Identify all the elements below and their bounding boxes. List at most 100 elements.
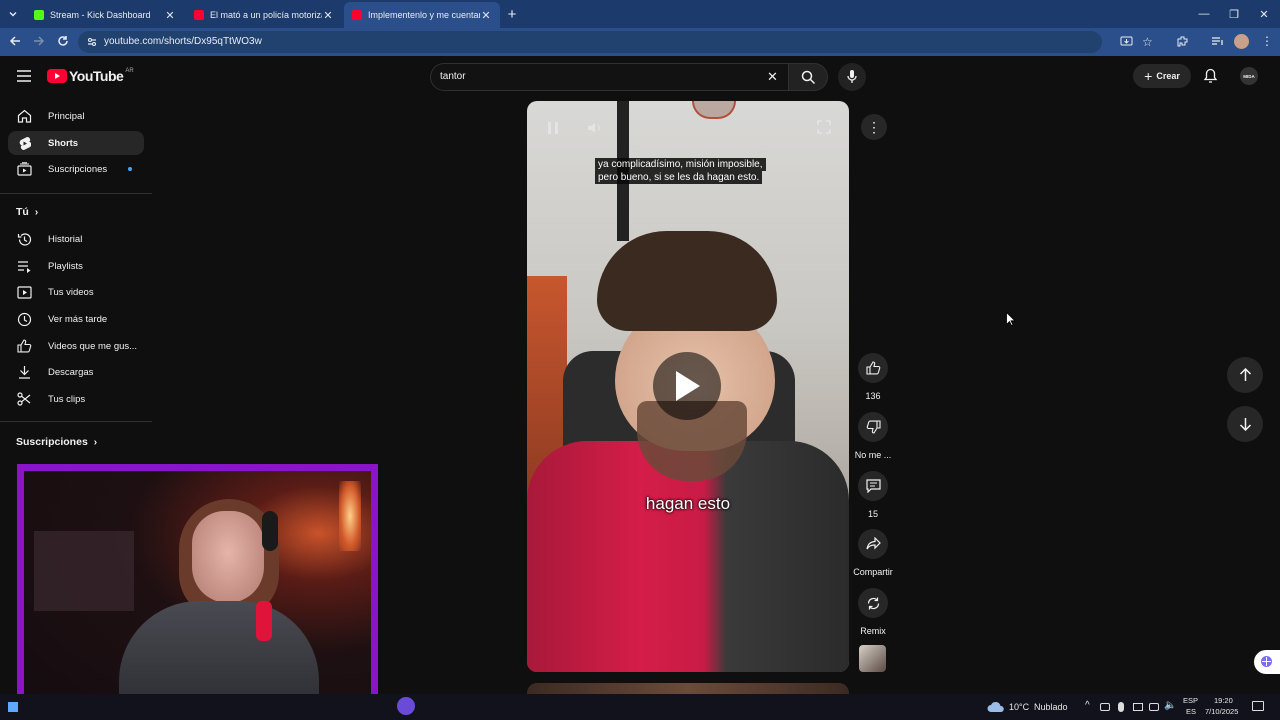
- subscriptions-section-header[interactable]: Suscripciones ›: [16, 436, 97, 448]
- your-videos-icon: [8, 285, 40, 299]
- you-section-header[interactable]: Tú ›: [16, 206, 38, 218]
- pause-icon[interactable]: [547, 121, 559, 135]
- voice-search-button[interactable]: [838, 63, 866, 91]
- language-primary[interactable]: ESP: [1183, 696, 1198, 705]
- youtube-favicon-icon: [352, 10, 362, 20]
- windows-start-icon[interactable]: [8, 702, 18, 712]
- language-secondary[interactable]: ES: [1186, 707, 1196, 716]
- new-tab-button[interactable]: +: [500, 0, 524, 28]
- play-button[interactable]: [653, 352, 721, 420]
- fullscreen-icon[interactable]: [817, 120, 831, 134]
- site-info-icon[interactable]: [86, 36, 98, 48]
- clock-time[interactable]: 19:20: [1214, 696, 1233, 705]
- sidebar-item-historial[interactable]: Historial: [8, 227, 144, 251]
- caption-line-1: ya complicadísimo, misión imposible,: [595, 158, 766, 171]
- tab-kick-dashboard[interactable]: Stream - Kick Dashboard ✕: [26, 2, 184, 28]
- close-tab-icon[interactable]: ✕: [322, 9, 334, 22]
- share-button[interactable]: [858, 529, 888, 559]
- thumbs-up-icon: [8, 339, 40, 353]
- chrome-menu-icon[interactable]: ⋮: [1261, 34, 1273, 48]
- tab-search-icon[interactable]: [2, 0, 24, 28]
- sidebar-item-descargas[interactable]: Descargas: [8, 360, 144, 384]
- notification-center-icon[interactable]: [1252, 701, 1264, 711]
- bookmark-star-icon[interactable]: ☆: [1142, 35, 1153, 49]
- remix-button[interactable]: [858, 588, 888, 618]
- search-button[interactable]: [788, 63, 828, 91]
- like-action[interactable]: 136: [852, 353, 894, 401]
- back-icon[interactable]: [8, 34, 22, 48]
- youtube-favicon-icon: [194, 10, 204, 20]
- minimize-button[interactable]: —: [1188, 0, 1220, 28]
- tray-display-icon[interactable]: [1133, 703, 1143, 711]
- arrow-up-icon: [1239, 368, 1251, 381]
- next-short-button[interactable]: [1227, 406, 1263, 442]
- subscriptions-icon: [8, 162, 40, 176]
- caption-line-2: pero bueno, si se les da hagan esto.: [595, 171, 763, 184]
- reload-icon[interactable]: [56, 34, 70, 48]
- like-button[interactable]: [858, 353, 888, 383]
- youtube-logo[interactable]: YouTube AR: [47, 68, 134, 84]
- more-options-icon[interactable]: ⋮: [861, 114, 887, 140]
- share-action[interactable]: Compartir: [852, 529, 894, 577]
- profile-avatar[interactable]: [1234, 34, 1249, 49]
- taskbar-app-icon[interactable]: [397, 697, 415, 715]
- bed: [34, 531, 134, 611]
- browser-tab-strip: Stream - Kick Dashboard ✕ El mató a un p…: [0, 0, 1280, 28]
- close-tab-icon[interactable]: ✕: [164, 9, 176, 22]
- sidebar-item-tus-clips[interactable]: Tus clips: [8, 387, 144, 411]
- sidebar-item-tus-videos[interactable]: Tus videos: [8, 280, 144, 304]
- sidebar-item-videos-que-me-gustan[interactable]: Videos que me gus...: [8, 334, 144, 358]
- close-tab-icon[interactable]: ✕: [480, 9, 492, 22]
- dislike-button[interactable]: [858, 412, 888, 442]
- comments-button[interactable]: [858, 471, 888, 501]
- remix-action[interactable]: Remix: [852, 588, 894, 636]
- install-app-icon[interactable]: [1120, 35, 1133, 48]
- lamp-light: [339, 481, 361, 551]
- sidebar-item-playlists[interactable]: Playlists: [8, 254, 144, 278]
- hamburger-menu-icon[interactable]: [17, 70, 31, 82]
- home-icon: [8, 109, 40, 123]
- weather-text: Nublado: [1034, 702, 1068, 712]
- url-text[interactable]: youtube.com/shorts/Dx95qTtWO3w: [104, 36, 262, 47]
- dislike-label: No me ...: [854, 450, 892, 460]
- short-video-player[interactable]: ya complicadísimo, misión imposible, per…: [527, 101, 849, 672]
- close-window-button[interactable]: ✕: [1248, 0, 1280, 28]
- microphone-icon: [847, 70, 857, 83]
- media-control-icon[interactable]: [1211, 35, 1224, 48]
- tab-policia-video[interactable]: El mató a un policía motorizado ✕: [186, 2, 342, 28]
- notifications-bell-icon[interactable]: [1203, 68, 1218, 84]
- previous-short-button[interactable]: [1227, 357, 1263, 393]
- sidebar-item-ver-mas-tarde[interactable]: Ver más tarde: [8, 307, 144, 331]
- volume-icon[interactable]: 🔈: [1164, 700, 1176, 711]
- comments-action[interactable]: 15: [852, 471, 894, 519]
- forward-icon[interactable]: [32, 34, 46, 48]
- clear-search-icon[interactable]: ✕: [767, 69, 778, 85]
- tab-implementenlo[interactable]: Implementenlo y me cuentan ✕: [344, 2, 500, 28]
- sidebar-item-suscripciones[interactable]: Suscripciones: [8, 157, 144, 181]
- sidebar-item-principal[interactable]: Principal: [8, 104, 144, 128]
- gemini-sidebar-button[interactable]: [1254, 650, 1280, 674]
- search-input[interactable]: tantor ✕: [430, 63, 788, 91]
- chevron-up-icon[interactable]: ^: [1085, 700, 1090, 711]
- maximize-button[interactable]: ❐: [1218, 0, 1250, 28]
- audio-thumbnail[interactable]: [859, 645, 886, 672]
- play-icon: [676, 371, 700, 401]
- youtube-play-logo-icon: [47, 69, 67, 83]
- tray-network-icon[interactable]: [1100, 703, 1110, 711]
- create-button[interactable]: + Crear: [1133, 64, 1191, 88]
- thumbs-down-icon: [866, 420, 881, 434]
- tray-mic-icon[interactable]: [1118, 702, 1124, 712]
- arrow-down-icon: [1239, 418, 1251, 431]
- extensions-icon[interactable]: [1176, 35, 1189, 48]
- playlists-icon: [8, 260, 40, 273]
- account-avatar[interactable]: MIDA: [1240, 67, 1258, 85]
- dislike-action[interactable]: No me ...: [852, 412, 894, 460]
- like-count: 136: [865, 391, 881, 401]
- volume-icon[interactable]: [587, 121, 603, 135]
- basketball-hoop: [692, 101, 736, 119]
- kick-favicon-icon: [34, 10, 44, 20]
- face: [192, 511, 264, 603]
- tray-battery-icon[interactable]: [1149, 703, 1159, 711]
- clock-date[interactable]: 7/10/2025: [1205, 707, 1238, 716]
- sidebar-item-shorts[interactable]: Shorts: [8, 131, 144, 155]
